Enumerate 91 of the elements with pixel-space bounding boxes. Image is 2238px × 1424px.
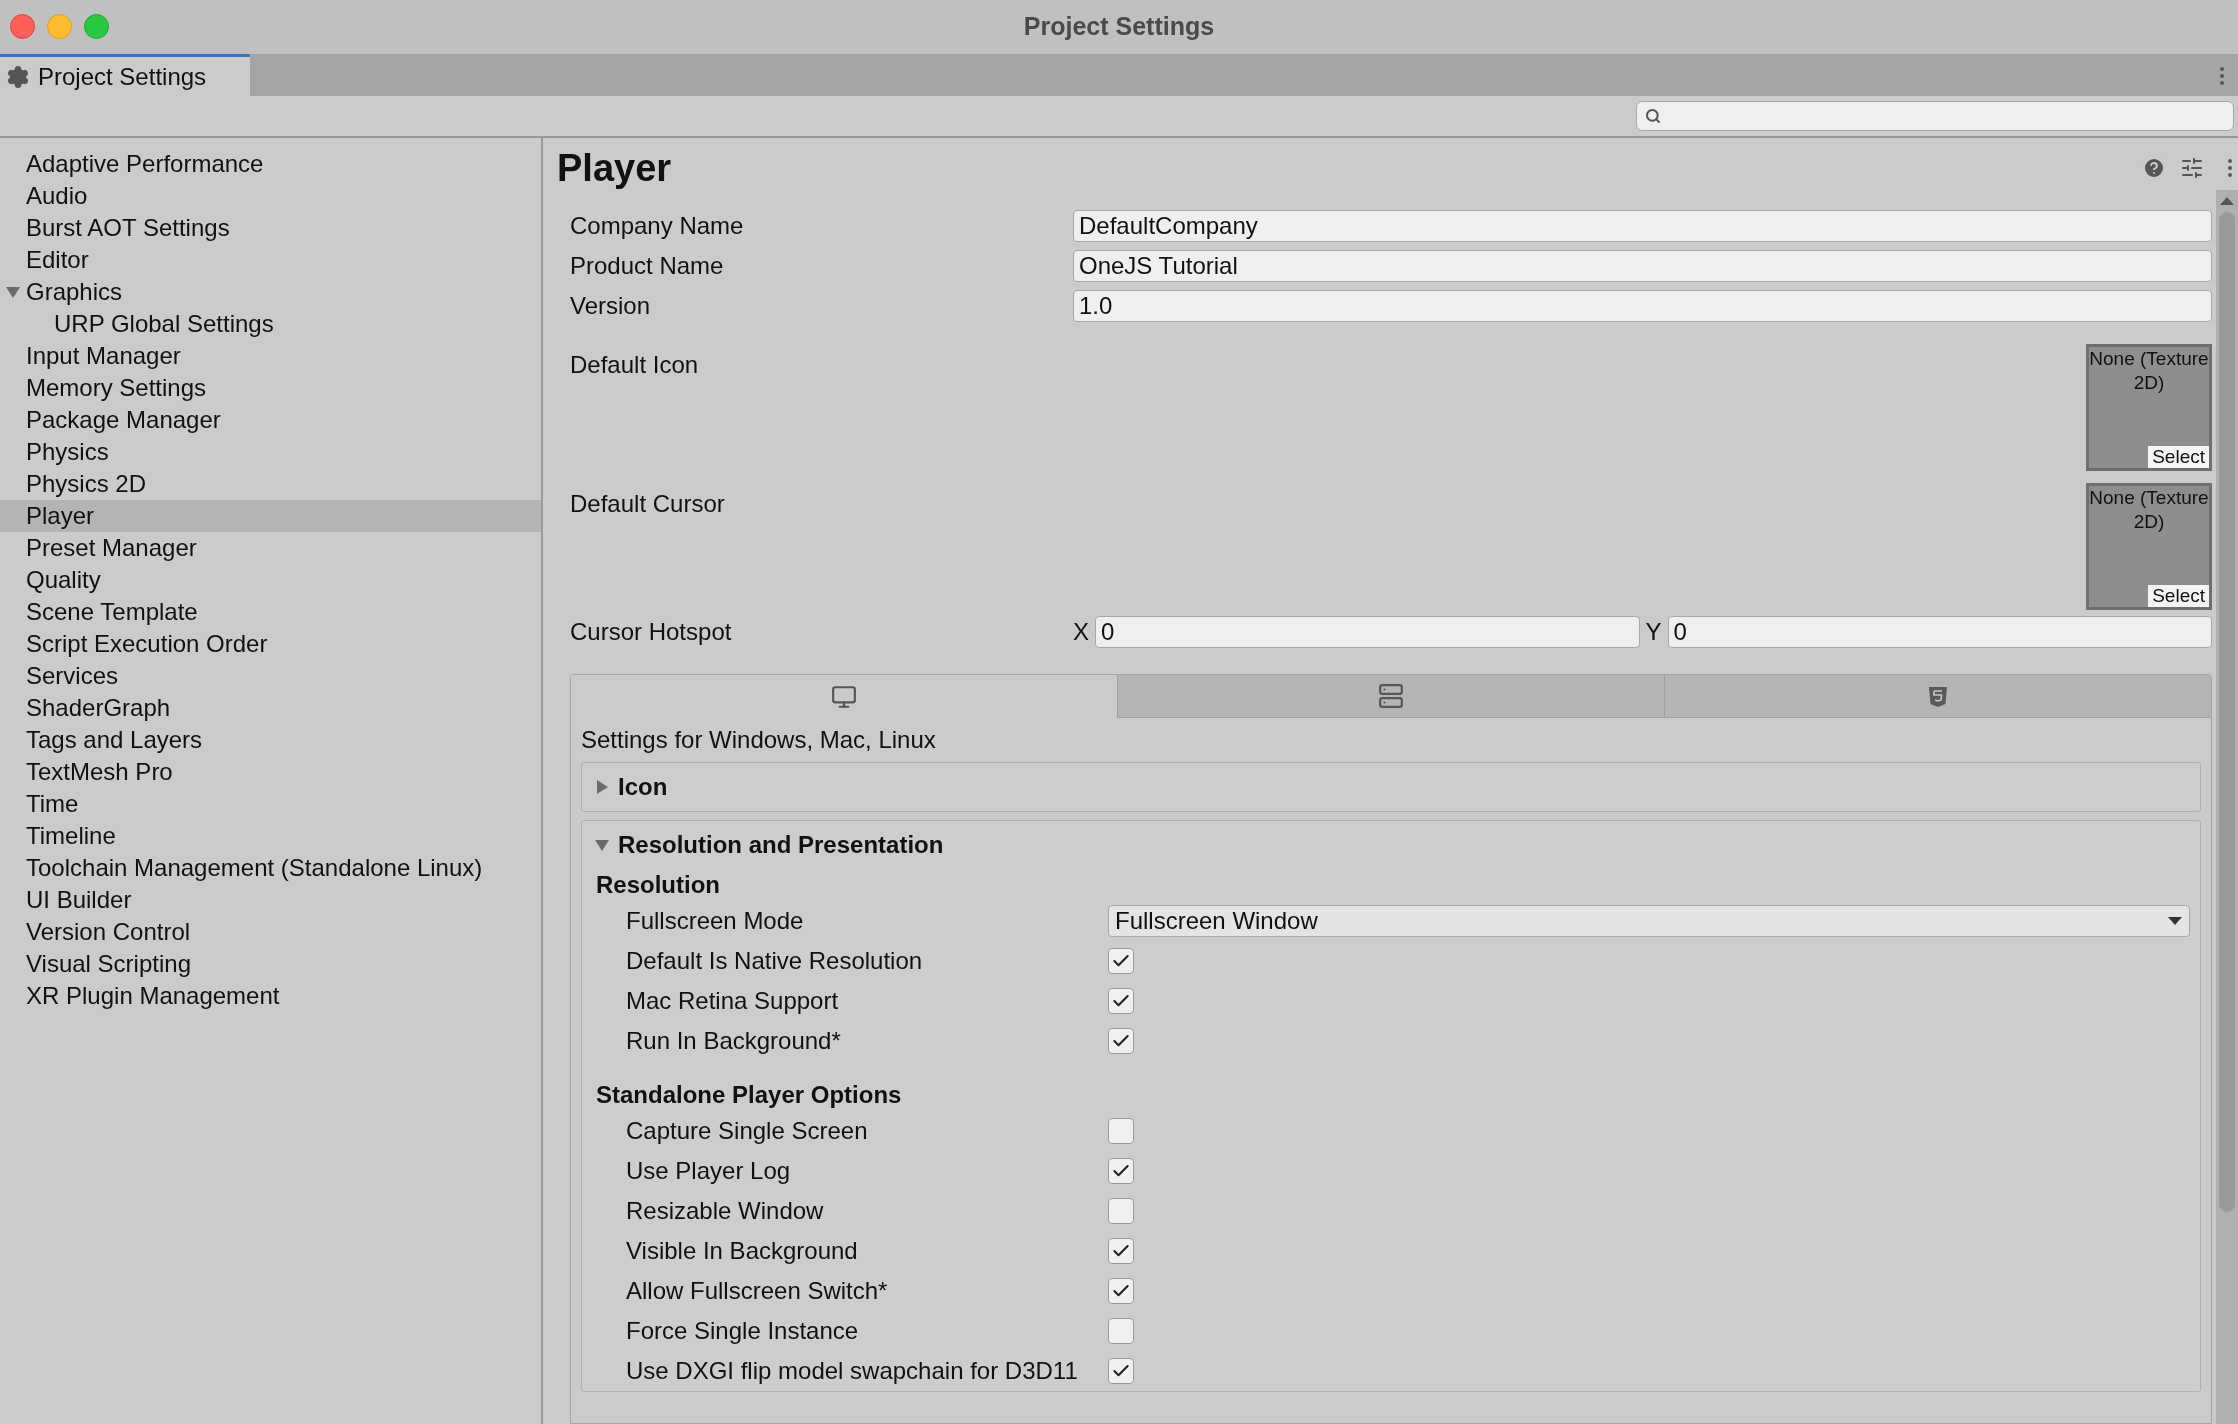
sidebar-item[interactable]: ShaderGraph (0, 692, 541, 724)
group-heading: Resolution (596, 870, 720, 900)
sidebar-item[interactable]: XR Plugin Management (0, 980, 541, 1012)
server-icon (1378, 683, 1404, 709)
section-title[interactable]: Resolution and Presentation (618, 827, 944, 863)
section-title[interactable]: Icon (618, 769, 668, 805)
checkbox[interactable] (1108, 988, 1134, 1014)
checkbox[interactable] (1108, 1358, 1134, 1384)
sidebar-item[interactable]: Visual Scripting (0, 948, 541, 980)
foldout-triangle-icon[interactable] (594, 779, 610, 795)
sidebar-item[interactable]: UI Builder (0, 884, 541, 916)
sidebar-item[interactable]: Player (0, 500, 541, 532)
sidebar-item[interactable]: Timeline (0, 820, 541, 852)
select-button[interactable]: Select (2148, 585, 2209, 607)
sidebar-item[interactable]: Time (0, 788, 541, 820)
checkbox[interactable] (1108, 1118, 1134, 1144)
sidebar-item[interactable]: Quality (0, 564, 541, 596)
number-field[interactable]: 0 (1667, 616, 2212, 648)
gear-icon (6, 64, 30, 89)
help-icon[interactable] (2142, 156, 2166, 180)
checkbox[interactable] (1108, 1238, 1134, 1264)
setting-label: Default Is Native Resolution (626, 946, 924, 976)
texture-value: None (Texture 2D) (2089, 486, 2209, 534)
window-tab[interactable]: Project Settings (0, 54, 250, 96)
setting-label: Fullscreen Mode (626, 906, 805, 936)
texture-value: None (Texture 2D) (2089, 347, 2209, 395)
setting-label: Capture Single Screen (626, 1116, 869, 1146)
sidebar-item[interactable]: Adaptive Performance (0, 148, 541, 180)
sidebar-item[interactable]: Preset Manager (0, 532, 541, 564)
dropdown-arrow-icon (2167, 916, 2183, 926)
setting-label: Allow Fullscreen Switch* (626, 1276, 889, 1306)
setting-label: Resizable Window (626, 1196, 825, 1226)
close-window-icon[interactable] (10, 14, 35, 39)
field-label: Product Name (570, 251, 725, 281)
search-icon (1645, 108, 1661, 124)
checkbox[interactable] (1108, 1278, 1134, 1304)
axis-label: X (1073, 617, 1090, 647)
text-field[interactable]: 1.0 (1073, 290, 2212, 322)
group-heading: Standalone Player Options (596, 1080, 902, 1110)
field-label: Default Cursor (570, 489, 725, 519)
sidebar-item[interactable]: Package Manager (0, 404, 541, 436)
sidebar-item[interactable]: Physics 2D (0, 468, 541, 500)
setting-label: Run In Background* (626, 1026, 842, 1056)
sidebar-item[interactable]: Version Control (0, 916, 541, 948)
sidebar-item[interactable]: TextMesh Pro (0, 756, 541, 788)
dropdown[interactable]: Fullscreen Window (1108, 905, 2190, 937)
platform-caption: Settings for Windows, Mac, Linux (581, 725, 936, 755)
sidebar-item[interactable]: Graphics (0, 276, 541, 308)
checkbox[interactable] (1108, 1158, 1134, 1184)
monitor-icon (831, 683, 857, 710)
sidebar-item[interactable]: Tags and Layers (0, 724, 541, 756)
text-field[interactable]: DefaultCompany (1073, 210, 2212, 242)
sidebar-item[interactable]: Script Execution Order (0, 628, 541, 660)
sidebar-item[interactable]: URP Global Settings (0, 308, 541, 340)
field-label: Cursor Hotspot (570, 617, 733, 647)
panel-title: Player (557, 145, 672, 191)
scrollbar[interactable] (2216, 190, 2238, 1424)
sidebar-item[interactable]: Input Manager (0, 340, 541, 372)
field-label: Company Name (570, 211, 745, 241)
html5-shield-icon (1927, 684, 1949, 708)
search-field[interactable] (1636, 101, 2234, 131)
number-field[interactable]: 0 (1095, 616, 1640, 648)
sidebar-item[interactable]: Physics (0, 436, 541, 468)
sliders-icon[interactable] (2180, 156, 2204, 180)
sidebar-item[interactable]: Burst AOT Settings (0, 212, 541, 244)
sidebar-item[interactable]: Scene Template (0, 596, 541, 628)
sidebar-item[interactable]: Memory Settings (0, 372, 541, 404)
scroll-up-arrow-icon[interactable] (2220, 196, 2234, 206)
checkbox[interactable] (1108, 1198, 1134, 1224)
sidebar-item[interactable]: Editor (0, 244, 541, 276)
sidebar-item[interactable]: Toolchain Management (Standalone Linux) (0, 852, 541, 884)
setting-label: Force Single Instance (626, 1316, 860, 1346)
field-label: Default Icon (570, 350, 699, 380)
setting-label: Use Player Log (626, 1156, 792, 1186)
setting-label: Mac Retina Support (626, 986, 840, 1016)
checkbox[interactable] (1108, 948, 1134, 974)
foldout-triangle-icon[interactable] (594, 837, 610, 853)
sidebar-item[interactable]: Services (0, 660, 541, 692)
expand-triangle-icon[interactable] (5, 284, 21, 300)
texture-slot[interactable]: None (Texture 2D) Select (2086, 344, 2212, 471)
window-title: Project Settings (1023, 11, 1215, 43)
setting-label: Visible In Background (626, 1236, 859, 1266)
field-label: Version (570, 291, 652, 321)
checkbox[interactable] (1108, 1028, 1134, 1054)
text-field[interactable]: OneJS Tutorial (1073, 250, 2212, 282)
sidebar-item[interactable]: Audio (0, 180, 541, 212)
setting-label: Use DXGI flip model swapchain for D3D11 (626, 1356, 1079, 1386)
texture-slot[interactable]: None (Texture 2D) Select (2086, 483, 2212, 610)
select-button[interactable]: Select (2148, 446, 2209, 468)
axis-label: Y (1644, 617, 1663, 647)
checkbox[interactable] (1108, 1318, 1134, 1344)
